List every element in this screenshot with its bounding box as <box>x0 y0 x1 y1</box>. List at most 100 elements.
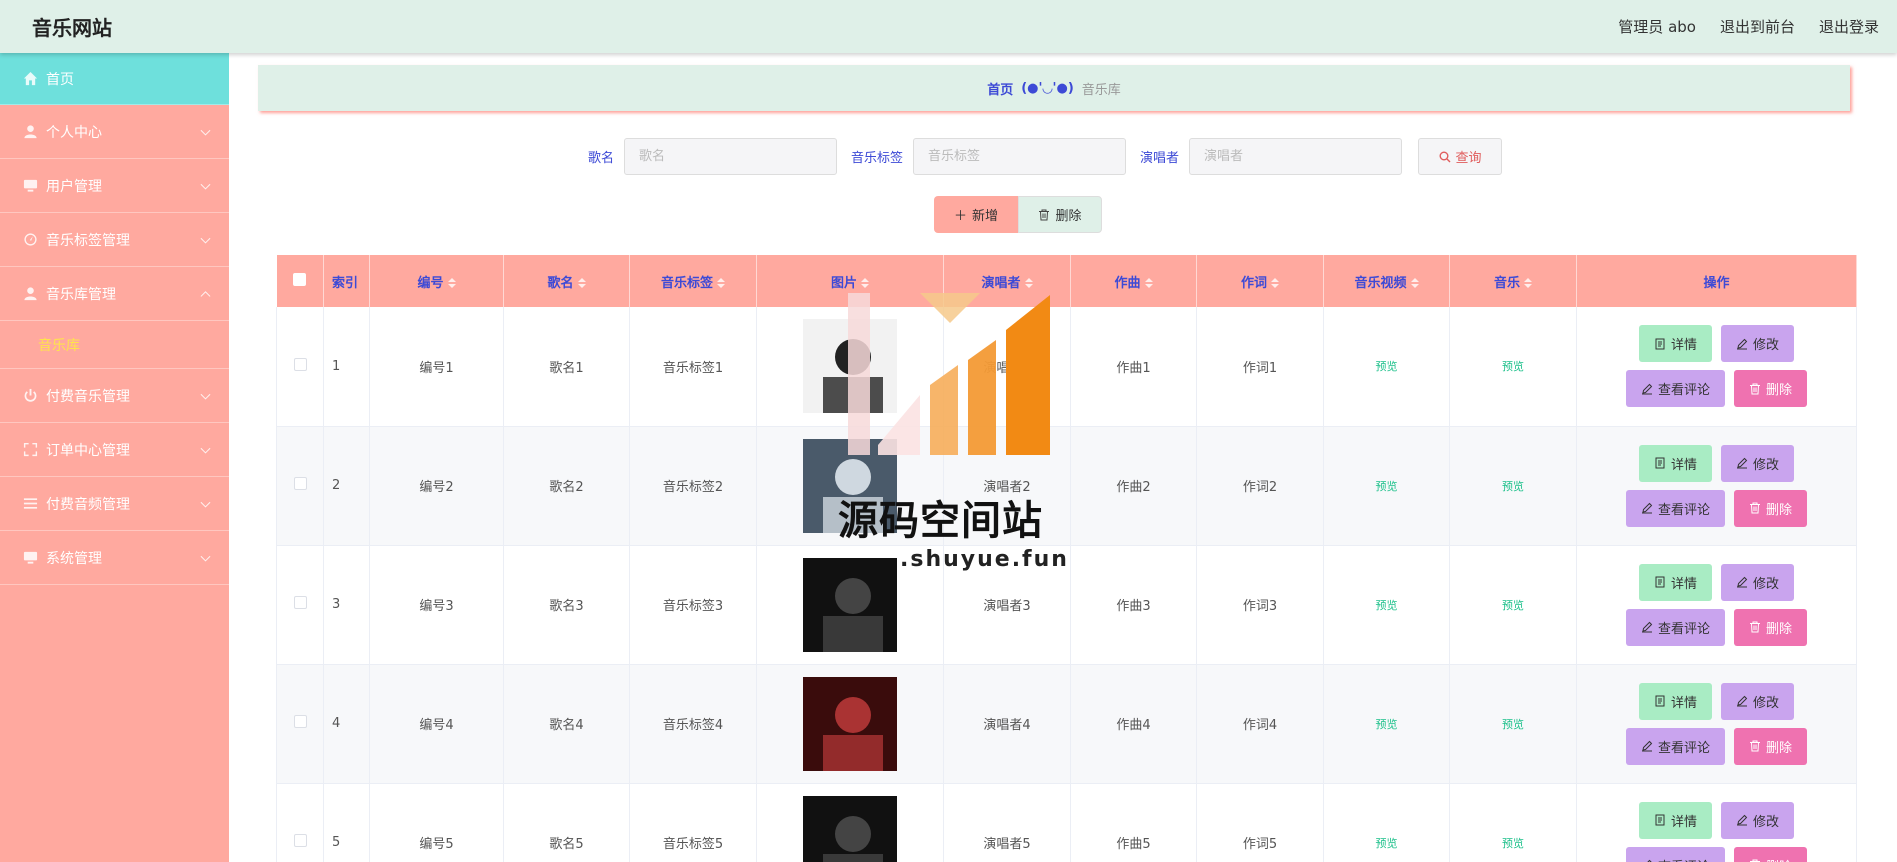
row-lyricist: 作词4 <box>1196 664 1324 784</box>
row-checkbox[interactable] <box>293 596 307 609</box>
video-preview-link[interactable]: 预览 <box>1376 599 1398 612</box>
song-name-label: 歌名 <box>587 151 614 166</box>
row-music-tag: 音乐标签4 <box>629 664 757 784</box>
delete-button-label: 删除 <box>1765 621 1792 637</box>
row-checkbox[interactable] <box>293 477 307 490</box>
sidebar-item-orders[interactable]: 订单中心管理 <box>0 423 229 477</box>
user-icon <box>22 124 38 140</box>
sidebar-item-paid-audio[interactable]: 付费音频管理 <box>0 477 229 531</box>
music-preview-link[interactable]: 预览 <box>1502 480 1524 493</box>
view-comments-button[interactable]: 查看评论 <box>1626 608 1725 646</box>
row-song-name: 歌名1 <box>503 307 630 427</box>
col-header-sortable[interactable]: 音乐视频 <box>1323 255 1450 307</box>
edit-button[interactable]: 修改 <box>1721 444 1794 482</box>
row-checkbox[interactable] <box>293 834 307 847</box>
pencil-icon <box>1641 740 1653 752</box>
sidebar-item-label: 音乐库管理 <box>46 286 116 303</box>
col-header-sortable[interactable]: 音乐 <box>1449 255 1577 307</box>
sidebar-item-users[interactable]: 用户管理 <box>0 159 229 213</box>
song-name-input[interactable] <box>623 138 837 175</box>
edit-button[interactable]: 修改 <box>1721 563 1794 601</box>
add-button[interactable]: ＋ 新增 <box>934 196 1018 233</box>
row-checkbox-cell[interactable] <box>276 307 324 427</box>
delete-button[interactable]: 删除 <box>1734 846 1807 862</box>
music-preview-link[interactable]: 预览 <box>1502 360 1524 373</box>
menu-icon <box>22 496 38 512</box>
sidebar-item-paid-music[interactable]: 付费音乐管理 <box>0 369 229 423</box>
sort-caret-icon[interactable] <box>717 278 725 288</box>
delete-button[interactable]: 删除 <box>1734 370 1807 408</box>
sort-caret-icon[interactable] <box>577 278 586 288</box>
sidebar-item-tags[interactable]: 音乐标签管理 <box>0 213 229 267</box>
view-comments-button[interactable]: 查看评论 <box>1626 370 1725 408</box>
video-preview-link[interactable]: 预览 <box>1376 837 1398 850</box>
music-preview-link[interactable]: 预览 <box>1502 718 1524 731</box>
col-header-sortable[interactable]: 图片 <box>756 255 944 307</box>
select-all-checkbox-cell[interactable] <box>276 255 324 307</box>
view-comments-button[interactable]: 查看评论 <box>1626 846 1725 862</box>
row-music-tag: 音乐标签2 <box>629 426 757 546</box>
col-header-sortable[interactable]: 音乐标签 <box>629 255 757 307</box>
col-header-sortable[interactable]: 作词 <box>1196 255 1324 307</box>
detail-button[interactable]: 详情 <box>1639 325 1712 363</box>
sort-caret-icon[interactable] <box>1271 278 1279 288</box>
breadcrumb-home[interactable]: 首页 <box>987 79 1013 98</box>
detail-button[interactable]: 详情 <box>1639 801 1712 839</box>
chevron-down-icon <box>200 389 211 400</box>
row-video-cell: 预览 <box>1323 783 1450 862</box>
music-preview-link[interactable]: 预览 <box>1502 599 1524 612</box>
detail-button[interactable]: 详情 <box>1639 563 1712 601</box>
sidebar-item-system[interactable]: 系统管理 <box>0 531 229 585</box>
pencil-icon <box>1641 502 1653 514</box>
sidebar-item-home[interactable]: 首页 <box>0 53 229 105</box>
row-checkbox[interactable] <box>293 715 307 728</box>
app-title: 音乐网站 <box>32 16 112 40</box>
row-music-cell: 预览 <box>1449 664 1577 784</box>
edit-button[interactable]: 修改 <box>1721 801 1794 839</box>
select-all-checkbox[interactable] <box>293 272 307 286</box>
query-button[interactable]: 查询 <box>1418 138 1503 175</box>
row-checkbox-cell[interactable] <box>276 783 324 862</box>
view-comments-label: 查看评论 <box>1657 621 1710 637</box>
logout-link[interactable]: 退出登录 <box>1819 16 1879 37</box>
col-header-sortable[interactable]: 作曲 <box>1070 255 1197 307</box>
music-tag-input[interactable] <box>913 138 1126 175</box>
edit-button[interactable]: 修改 <box>1721 325 1794 363</box>
col-header-sortable[interactable]: 演唱者 <box>943 255 1071 307</box>
row-checkbox-cell[interactable] <box>276 545 324 665</box>
sort-caret-icon[interactable] <box>1524 278 1532 288</box>
music-preview-link[interactable]: 预览 <box>1502 837 1524 850</box>
row-checkbox-cell[interactable] <box>276 664 324 784</box>
breadcrumb: 首页 (●'◡'●) 音乐库 <box>258 65 1850 111</box>
col-header-sortable[interactable]: 歌名 <box>503 255 630 307</box>
video-preview-link[interactable]: 预览 <box>1376 360 1398 373</box>
exit-to-front-link[interactable]: 退出到前台 <box>1720 16 1795 37</box>
singer-input[interactable] <box>1189 138 1403 175</box>
delete-button[interactable]: 删除 <box>1734 608 1807 646</box>
edit-button[interactable]: 修改 <box>1721 682 1794 720</box>
row-checkbox-cell[interactable] <box>276 426 324 546</box>
video-preview-link[interactable]: 预览 <box>1376 718 1398 731</box>
col-header-sortable[interactable]: 编号 <box>369 255 504 307</box>
delete-button[interactable]: 删除 <box>1734 489 1807 527</box>
sort-caret-icon[interactable] <box>1144 278 1153 288</box>
sort-caret-icon[interactable] <box>861 278 869 288</box>
query-button-label: 查询 <box>1455 151 1482 166</box>
sort-caret-icon[interactable] <box>447 278 456 288</box>
sort-caret-icon[interactable] <box>1024 278 1033 288</box>
row-checkbox[interactable] <box>293 357 307 371</box>
view-comments-label: 查看评论 <box>1657 383 1710 399</box>
batch-delete-button[interactable]: 删除 <box>1018 196 1102 233</box>
detail-button[interactable]: 详情 <box>1639 444 1712 482</box>
sidebar-item-library[interactable]: 音乐库管理 <box>0 267 229 321</box>
main-content: 首页 (●'◡'●) 音乐库 歌名 音乐标签 演唱者 查询 ＋ 新增 删除 <box>229 53 1897 862</box>
detail-button[interactable]: 详情 <box>1639 682 1712 720</box>
sidebar-item-label: 音乐标签管理 <box>46 232 130 249</box>
sidebar-subitem-library[interactable]: 音乐库 <box>0 321 229 369</box>
sort-caret-icon[interactable] <box>1410 278 1419 288</box>
sidebar-item-profile[interactable]: 个人中心 <box>0 105 229 159</box>
view-comments-button[interactable]: 查看评论 <box>1626 489 1725 527</box>
delete-button[interactable]: 删除 <box>1734 727 1807 765</box>
video-preview-link[interactable]: 预览 <box>1376 480 1398 493</box>
view-comments-button[interactable]: 查看评论 <box>1626 727 1725 765</box>
